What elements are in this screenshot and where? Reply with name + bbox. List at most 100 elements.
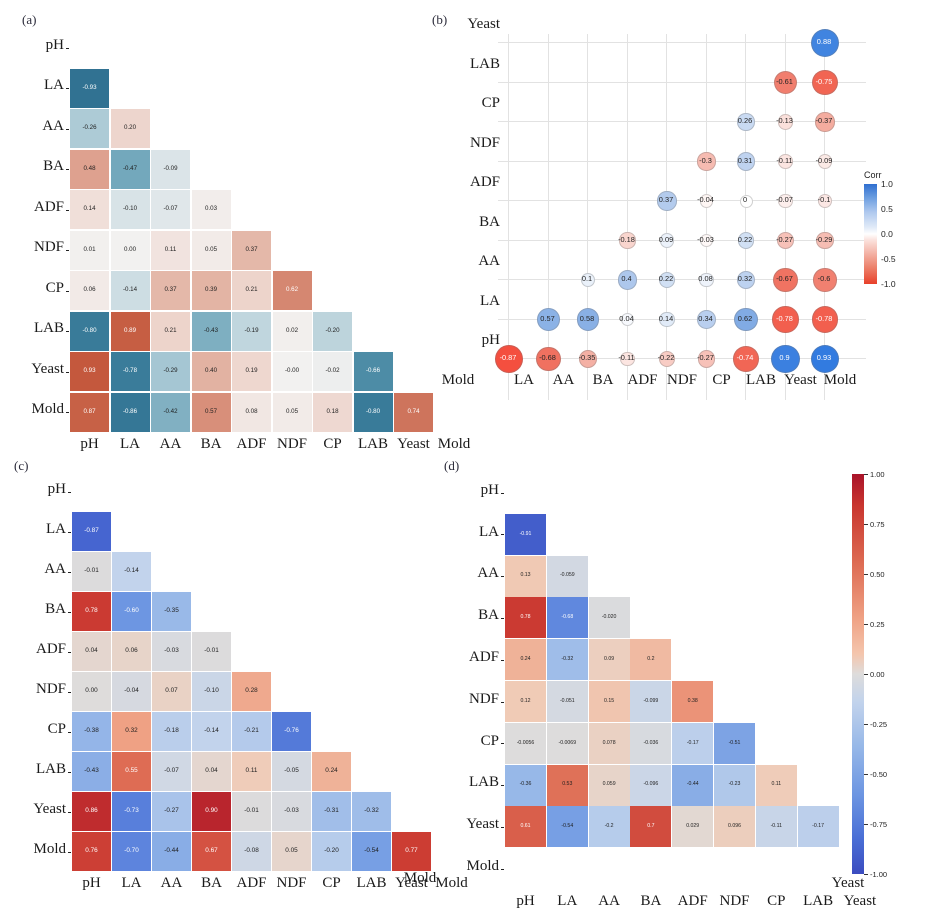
panel-a-row-tick — [66, 88, 69, 89]
panel-c-cell: -0.31 — [312, 792, 351, 831]
panel-c-row-label-mold: Mold — [33, 840, 66, 857]
panel-b-bubble — [537, 308, 560, 331]
panel-a-row-label-la: LA — [44, 77, 64, 94]
panel-b-bubble — [812, 69, 838, 96]
panel-b-col-label-mold-0: Mold — [441, 372, 475, 388]
panel-b-bubble — [536, 346, 561, 372]
panel-d-row-tick — [501, 659, 504, 661]
panel-d-cell: -0.096 — [630, 764, 672, 806]
panel-c-cell: -0.76 — [272, 712, 311, 751]
panel-c-row-label-adf: ADF — [35, 640, 66, 657]
panel-a-row-tick — [66, 128, 69, 130]
panel-a-cell: 0.19 — [232, 352, 271, 391]
panel-d-colorbar-tickmark — [864, 624, 868, 625]
panel-d-cell: 0.53 — [546, 764, 588, 806]
panel-b-legend-tick: 1.0 — [881, 179, 893, 189]
panel-d-colorbar-tickmark — [864, 824, 868, 825]
panel-d-cell: -0.0056 — [505, 722, 546, 764]
panel-d-cell: -0.68 — [546, 597, 588, 639]
panel-b-gridline-horizontal — [498, 121, 866, 122]
panel-d-cell: 0.059 — [588, 764, 630, 806]
panel-d-cell: 0.78 — [505, 597, 546, 639]
panel-b-legend-tick: -0.5 — [881, 254, 896, 264]
panel-b-bubble — [777, 114, 794, 130]
panel-a-cell: 0.05 — [191, 230, 231, 270]
panel-a-cell: -0.47 — [110, 149, 150, 189]
panel-d-row-tick — [501, 701, 504, 703]
panel-d-row-tick — [501, 868, 504, 870]
panel-d-colorbar-tick: 0.25 — [870, 620, 885, 629]
panel-c-row-tick — [68, 771, 71, 773]
panel-d-row-tick — [501, 534, 504, 536]
panel-c-heatmap: pH LA AA BA ADF NDF CP LAB Yeast Mold pH LA AA BA ADF N… — [0, 450, 467, 893]
panel-d-cell: -0.23 — [714, 764, 755, 806]
panel-b-bubble — [659, 311, 675, 328]
panel-c-cell: -0.18 — [152, 712, 191, 751]
panel-d-row-label-yeast: Yeast — [466, 816, 499, 833]
panel-d-row-label-adf: ADF — [468, 648, 499, 665]
panel-b-bubble — [699, 272, 714, 288]
panel-b-bubble — [697, 350, 716, 368]
panel-c-cell: -0.04 — [112, 672, 151, 711]
panel-d-col-label-yeast: Yeast — [831, 875, 865, 891]
panel-b-bubble — [815, 112, 835, 132]
panel-c-cell: 0.55 — [112, 752, 151, 791]
panel-a-heatmap: pH LA AA BA ADF NDF CP LAB Yeast Mold pH LA AA BA ADF N… — [0, 0, 470, 452]
panel-d-col-label-yeast: Yeast — [843, 893, 877, 910]
panel-a-cell: -0.00 — [272, 352, 312, 391]
panel-a-row-tick — [66, 331, 69, 332]
panel-a-cell: 0.21 — [151, 311, 190, 351]
panel-b-bubble — [737, 232, 755, 249]
panel-a-cell: -0.78 — [110, 352, 150, 391]
panel-d-colorbar-tickmark — [864, 524, 868, 525]
panel-b-legend-tick: 0.5 — [881, 204, 893, 214]
panel-d-heatmap: pH LA AA BA ADF NDF CP LAB Yeast Mold pH LA AA BA ADF N… — [430, 450, 876, 910]
panel-c-cell: -0.73 — [112, 792, 151, 831]
panel-b-bubble — [811, 306, 839, 333]
panel-b-legend: Corr 1.0 0.5 0.0 -0.5 -1.0 — [862, 170, 926, 300]
panel-b-bubble-matrix: Yeast LAB CP NDF ADF BA AA LA pH Mold LA AA BA ADF NDF… — [430, 0, 926, 450]
panel-d-row-label-ba: BA — [478, 607, 499, 624]
panel-a-cell: -0.66 — [353, 352, 393, 391]
panel-a-cell: -0.29 — [151, 352, 190, 391]
panel-c-cell: -0.44 — [152, 832, 191, 871]
panel-d-cell: -0.36 — [505, 764, 546, 806]
panel-c-cell: 0.11 — [232, 752, 271, 791]
panel-b-bubble — [733, 346, 759, 372]
panel-d-cell: 0.078 — [588, 722, 630, 764]
panel-b-bubble — [617, 270, 638, 290]
panel-b-bubble — [776, 231, 795, 250]
panel-b-bubble — [739, 194, 753, 208]
panel-a-row-tick — [66, 412, 69, 413]
panel-c-cell: 0.76 — [72, 832, 111, 871]
panel-c-cell: 0.24 — [312, 752, 351, 791]
panel-d-colorbar-tick: -0.50 — [870, 770, 888, 779]
panel-d-row-tick — [501, 576, 504, 578]
panel-c-cell: -0.05 — [272, 752, 311, 791]
panel-d-row-tick — [501, 826, 504, 828]
panel-a-row-label-adf: ADF — [33, 198, 64, 215]
panel-a-cell: -0.80 — [353, 392, 393, 432]
panel-c-cell: -0.70 — [112, 832, 151, 871]
panel-c-row-label-lab: LAB — [36, 760, 66, 777]
panel-b-bubble — [737, 113, 755, 131]
panel-d-row-label-lab: LAB — [469, 774, 499, 791]
panel-a-cell: -0.19 — [232, 311, 271, 351]
panel-a-cell: 0.39 — [191, 271, 231, 310]
panel-a-cell: -0.42 — [151, 392, 190, 432]
panel-b-bubble — [576, 308, 600, 331]
panel-b-row-label-yeast: Yeast — [467, 16, 500, 32]
panel-a-cell: -0.86 — [110, 392, 150, 432]
panel-c-row-tick — [68, 571, 71, 573]
panel-b-gridline-horizontal — [498, 160, 866, 162]
panel-b-gridline-horizontal — [498, 279, 866, 280]
panel-c-cell: 0.04 — [192, 752, 231, 791]
panel-c-row-tick — [68, 491, 71, 493]
panel-d: (d) pH LA AA BA ADF NDF CP LAB Yeast Mold pH LA AA BA… — [430, 450, 926, 910]
panel-c-row-label-cp: CP — [47, 720, 66, 737]
panel-b-bubble — [658, 271, 676, 289]
panel-a-cell: -0.93 — [70, 68, 109, 108]
panel-c-cell: 0.07 — [152, 672, 191, 711]
panel-a-cell: 0.14 — [70, 190, 109, 229]
panel-b-bubble — [771, 344, 800, 374]
